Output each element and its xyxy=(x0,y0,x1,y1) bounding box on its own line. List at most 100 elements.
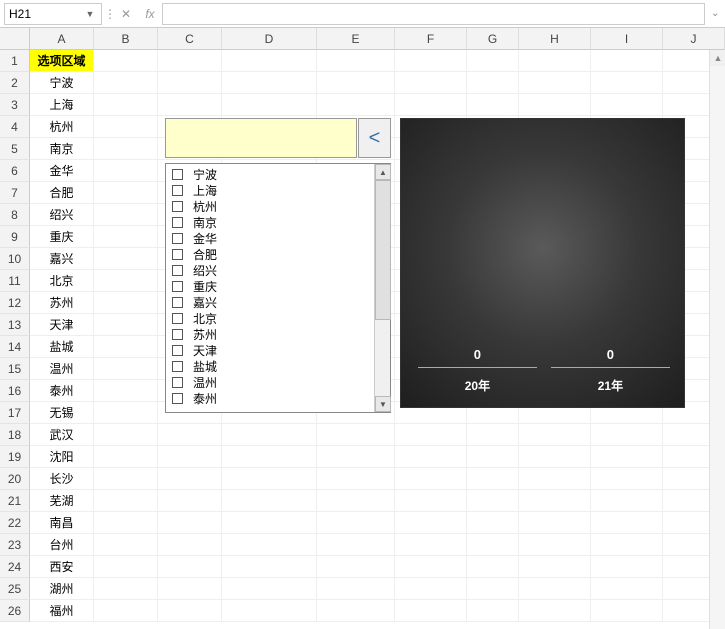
cell[interactable] xyxy=(94,556,158,578)
col-header-F[interactable]: F xyxy=(395,28,467,50)
list-item[interactable]: 天津 xyxy=(172,342,374,358)
cell[interactable] xyxy=(467,424,519,446)
row-header-12[interactable]: 12 xyxy=(0,292,30,314)
cell[interactable] xyxy=(222,94,317,116)
row-header-13[interactable]: 13 xyxy=(0,314,30,336)
cell[interactable] xyxy=(158,446,222,468)
col-header-J[interactable]: J xyxy=(663,28,725,50)
cell[interactable] xyxy=(467,446,519,468)
cell[interactable] xyxy=(395,578,467,600)
col-header-I[interactable]: I xyxy=(591,28,663,50)
cell[interactable] xyxy=(317,490,395,512)
cell[interactable] xyxy=(158,72,222,94)
cell[interactable] xyxy=(395,534,467,556)
row-header-3[interactable]: 3 xyxy=(0,94,30,116)
cell[interactable] xyxy=(94,72,158,94)
cell[interactable] xyxy=(395,94,467,116)
cell[interactable] xyxy=(467,578,519,600)
cell[interactable] xyxy=(395,446,467,468)
cell[interactable] xyxy=(317,600,395,622)
listbox-scrollbar[interactable]: ▲ ▼ xyxy=(374,164,390,412)
checkbox[interactable] xyxy=(172,281,183,292)
cell[interactable] xyxy=(222,446,317,468)
cell[interactable] xyxy=(158,94,222,116)
cell[interactable] xyxy=(591,490,663,512)
cell[interactable] xyxy=(94,424,158,446)
cell[interactable] xyxy=(222,72,317,94)
cell[interactable] xyxy=(395,72,467,94)
cell[interactable]: 无锡 xyxy=(30,402,94,424)
cell[interactable] xyxy=(395,424,467,446)
cell[interactable] xyxy=(317,556,395,578)
checkbox[interactable] xyxy=(172,201,183,212)
cell[interactable] xyxy=(222,512,317,534)
cell[interactable]: 泰州 xyxy=(30,380,94,402)
checkbox[interactable] xyxy=(172,345,183,356)
cell[interactable]: 台州 xyxy=(30,534,94,556)
cell[interactable]: 选项区域 xyxy=(30,50,94,72)
cell[interactable] xyxy=(395,468,467,490)
cell[interactable]: 福州 xyxy=(30,600,94,622)
row-header-9[interactable]: 9 xyxy=(0,226,30,248)
cell[interactable] xyxy=(158,578,222,600)
cell[interactable] xyxy=(467,600,519,622)
list-item[interactable]: 绍兴 xyxy=(172,262,374,278)
cell[interactable] xyxy=(519,600,591,622)
cell[interactable] xyxy=(591,534,663,556)
col-header-D[interactable]: D xyxy=(222,28,317,50)
checkbox[interactable] xyxy=(172,329,183,340)
cell[interactable] xyxy=(94,182,158,204)
list-item[interactable]: 上海 xyxy=(172,182,374,198)
row-header-24[interactable]: 24 xyxy=(0,556,30,578)
cell[interactable] xyxy=(395,556,467,578)
cell[interactable] xyxy=(519,94,591,116)
row-header-11[interactable]: 11 xyxy=(0,270,30,292)
row-header-1[interactable]: 1 xyxy=(0,50,30,72)
cell[interactable] xyxy=(317,578,395,600)
row-header-17[interactable]: 17 xyxy=(0,402,30,424)
list-item[interactable]: 金华 xyxy=(172,230,374,246)
checkbox[interactable] xyxy=(172,313,183,324)
cell[interactable] xyxy=(591,50,663,72)
cell[interactable]: 南京 xyxy=(30,138,94,160)
row-header-23[interactable]: 23 xyxy=(0,534,30,556)
cell[interactable] xyxy=(94,116,158,138)
cell[interactable] xyxy=(519,50,591,72)
row-header-5[interactable]: 5 xyxy=(0,138,30,160)
cell[interactable] xyxy=(94,138,158,160)
cell[interactable] xyxy=(519,468,591,490)
sheet-vscroll[interactable]: ▲ xyxy=(709,50,725,629)
cell[interactable]: 长沙 xyxy=(30,468,94,490)
cell[interactable] xyxy=(519,490,591,512)
cell[interactable] xyxy=(94,314,158,336)
col-header-B[interactable]: B xyxy=(94,28,158,50)
cell[interactable] xyxy=(94,270,158,292)
row-header-19[interactable]: 19 xyxy=(0,446,30,468)
cell[interactable]: 芜湖 xyxy=(30,490,94,512)
cell[interactable] xyxy=(222,600,317,622)
formula-input[interactable] xyxy=(162,3,705,25)
cell[interactable] xyxy=(317,512,395,534)
cell[interactable] xyxy=(395,600,467,622)
cell[interactable] xyxy=(467,512,519,534)
cell[interactable] xyxy=(317,424,395,446)
checkbox[interactable] xyxy=(172,377,183,388)
cell[interactable]: 嘉兴 xyxy=(30,248,94,270)
cell[interactable] xyxy=(94,534,158,556)
list-item[interactable]: 盐城 xyxy=(172,358,374,374)
row-header-10[interactable]: 10 xyxy=(0,248,30,270)
cell[interactable]: 盐城 xyxy=(30,336,94,358)
checkbox[interactable] xyxy=(172,217,183,228)
row-header-4[interactable]: 4 xyxy=(0,116,30,138)
row-header-21[interactable]: 21 xyxy=(0,490,30,512)
cell[interactable] xyxy=(94,292,158,314)
cell[interactable] xyxy=(158,512,222,534)
city-listbox[interactable]: 宁波上海杭州南京金华合肥绍兴重庆嘉兴北京苏州天津盐城温州泰州 ▲ ▼ xyxy=(165,163,391,413)
cell[interactable] xyxy=(395,512,467,534)
cell[interactable] xyxy=(158,600,222,622)
checkbox[interactable] xyxy=(172,169,183,180)
cancel-button[interactable]: ✕ xyxy=(114,3,138,25)
fx-button[interactable]: fx xyxy=(138,3,162,25)
cell[interactable] xyxy=(94,358,158,380)
name-box[interactable]: H21 ▼ xyxy=(4,3,102,25)
